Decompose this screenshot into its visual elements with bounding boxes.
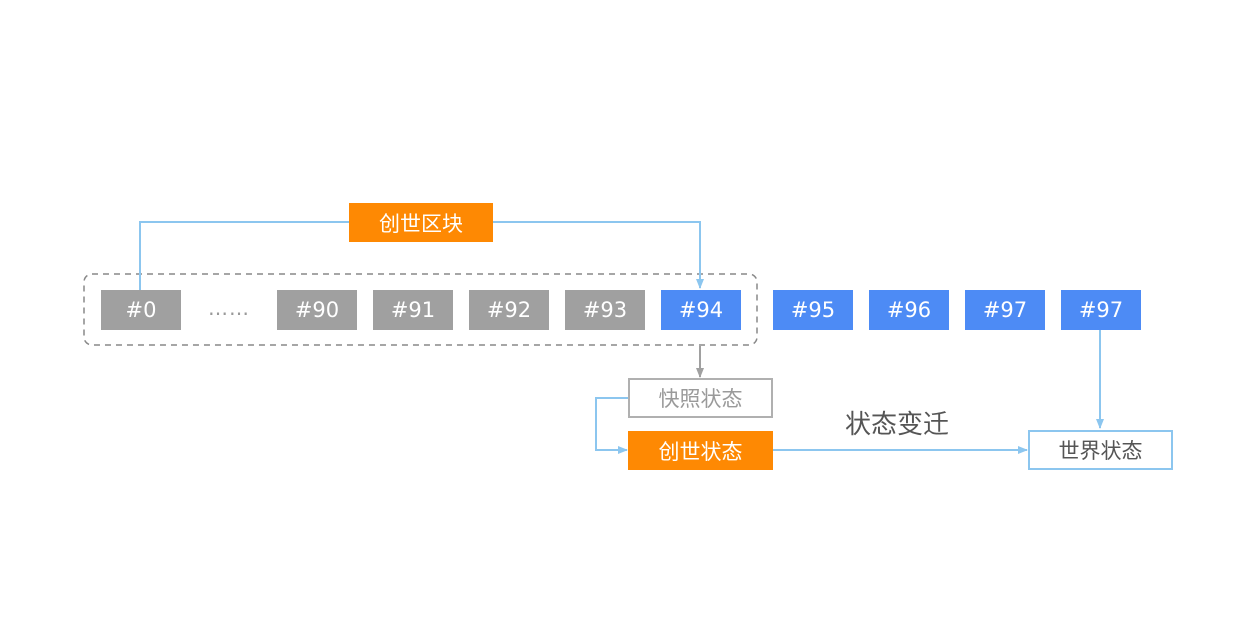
block-91: #91 — [373, 290, 453, 330]
block-93: #93 — [565, 290, 645, 330]
snapshot-state-box: 快照状态 — [628, 378, 773, 418]
block-96: #96 — [869, 290, 949, 330]
snapshot-to-genesis-arrow — [595, 397, 628, 454]
block-94: #94 — [661, 290, 741, 330]
world-state-box: 世界状态 — [1028, 430, 1173, 470]
genesis-block-label: 创世区块 — [349, 203, 493, 242]
block-0: #0 — [101, 290, 181, 330]
genesis-link-right — [493, 221, 704, 289]
block-97-first: #97 — [965, 290, 1045, 330]
genesis-link-left — [139, 221, 349, 290]
ellipsis: …… — [208, 296, 250, 320]
block-95: #95 — [773, 290, 853, 330]
block-92: #92 — [469, 290, 549, 330]
block-97-second: #97 — [1061, 290, 1141, 330]
block-90: #90 — [277, 290, 357, 330]
genesis-state-box: 创世状态 — [628, 431, 773, 470]
state-transition-label: 状态变迁 — [845, 410, 950, 440]
